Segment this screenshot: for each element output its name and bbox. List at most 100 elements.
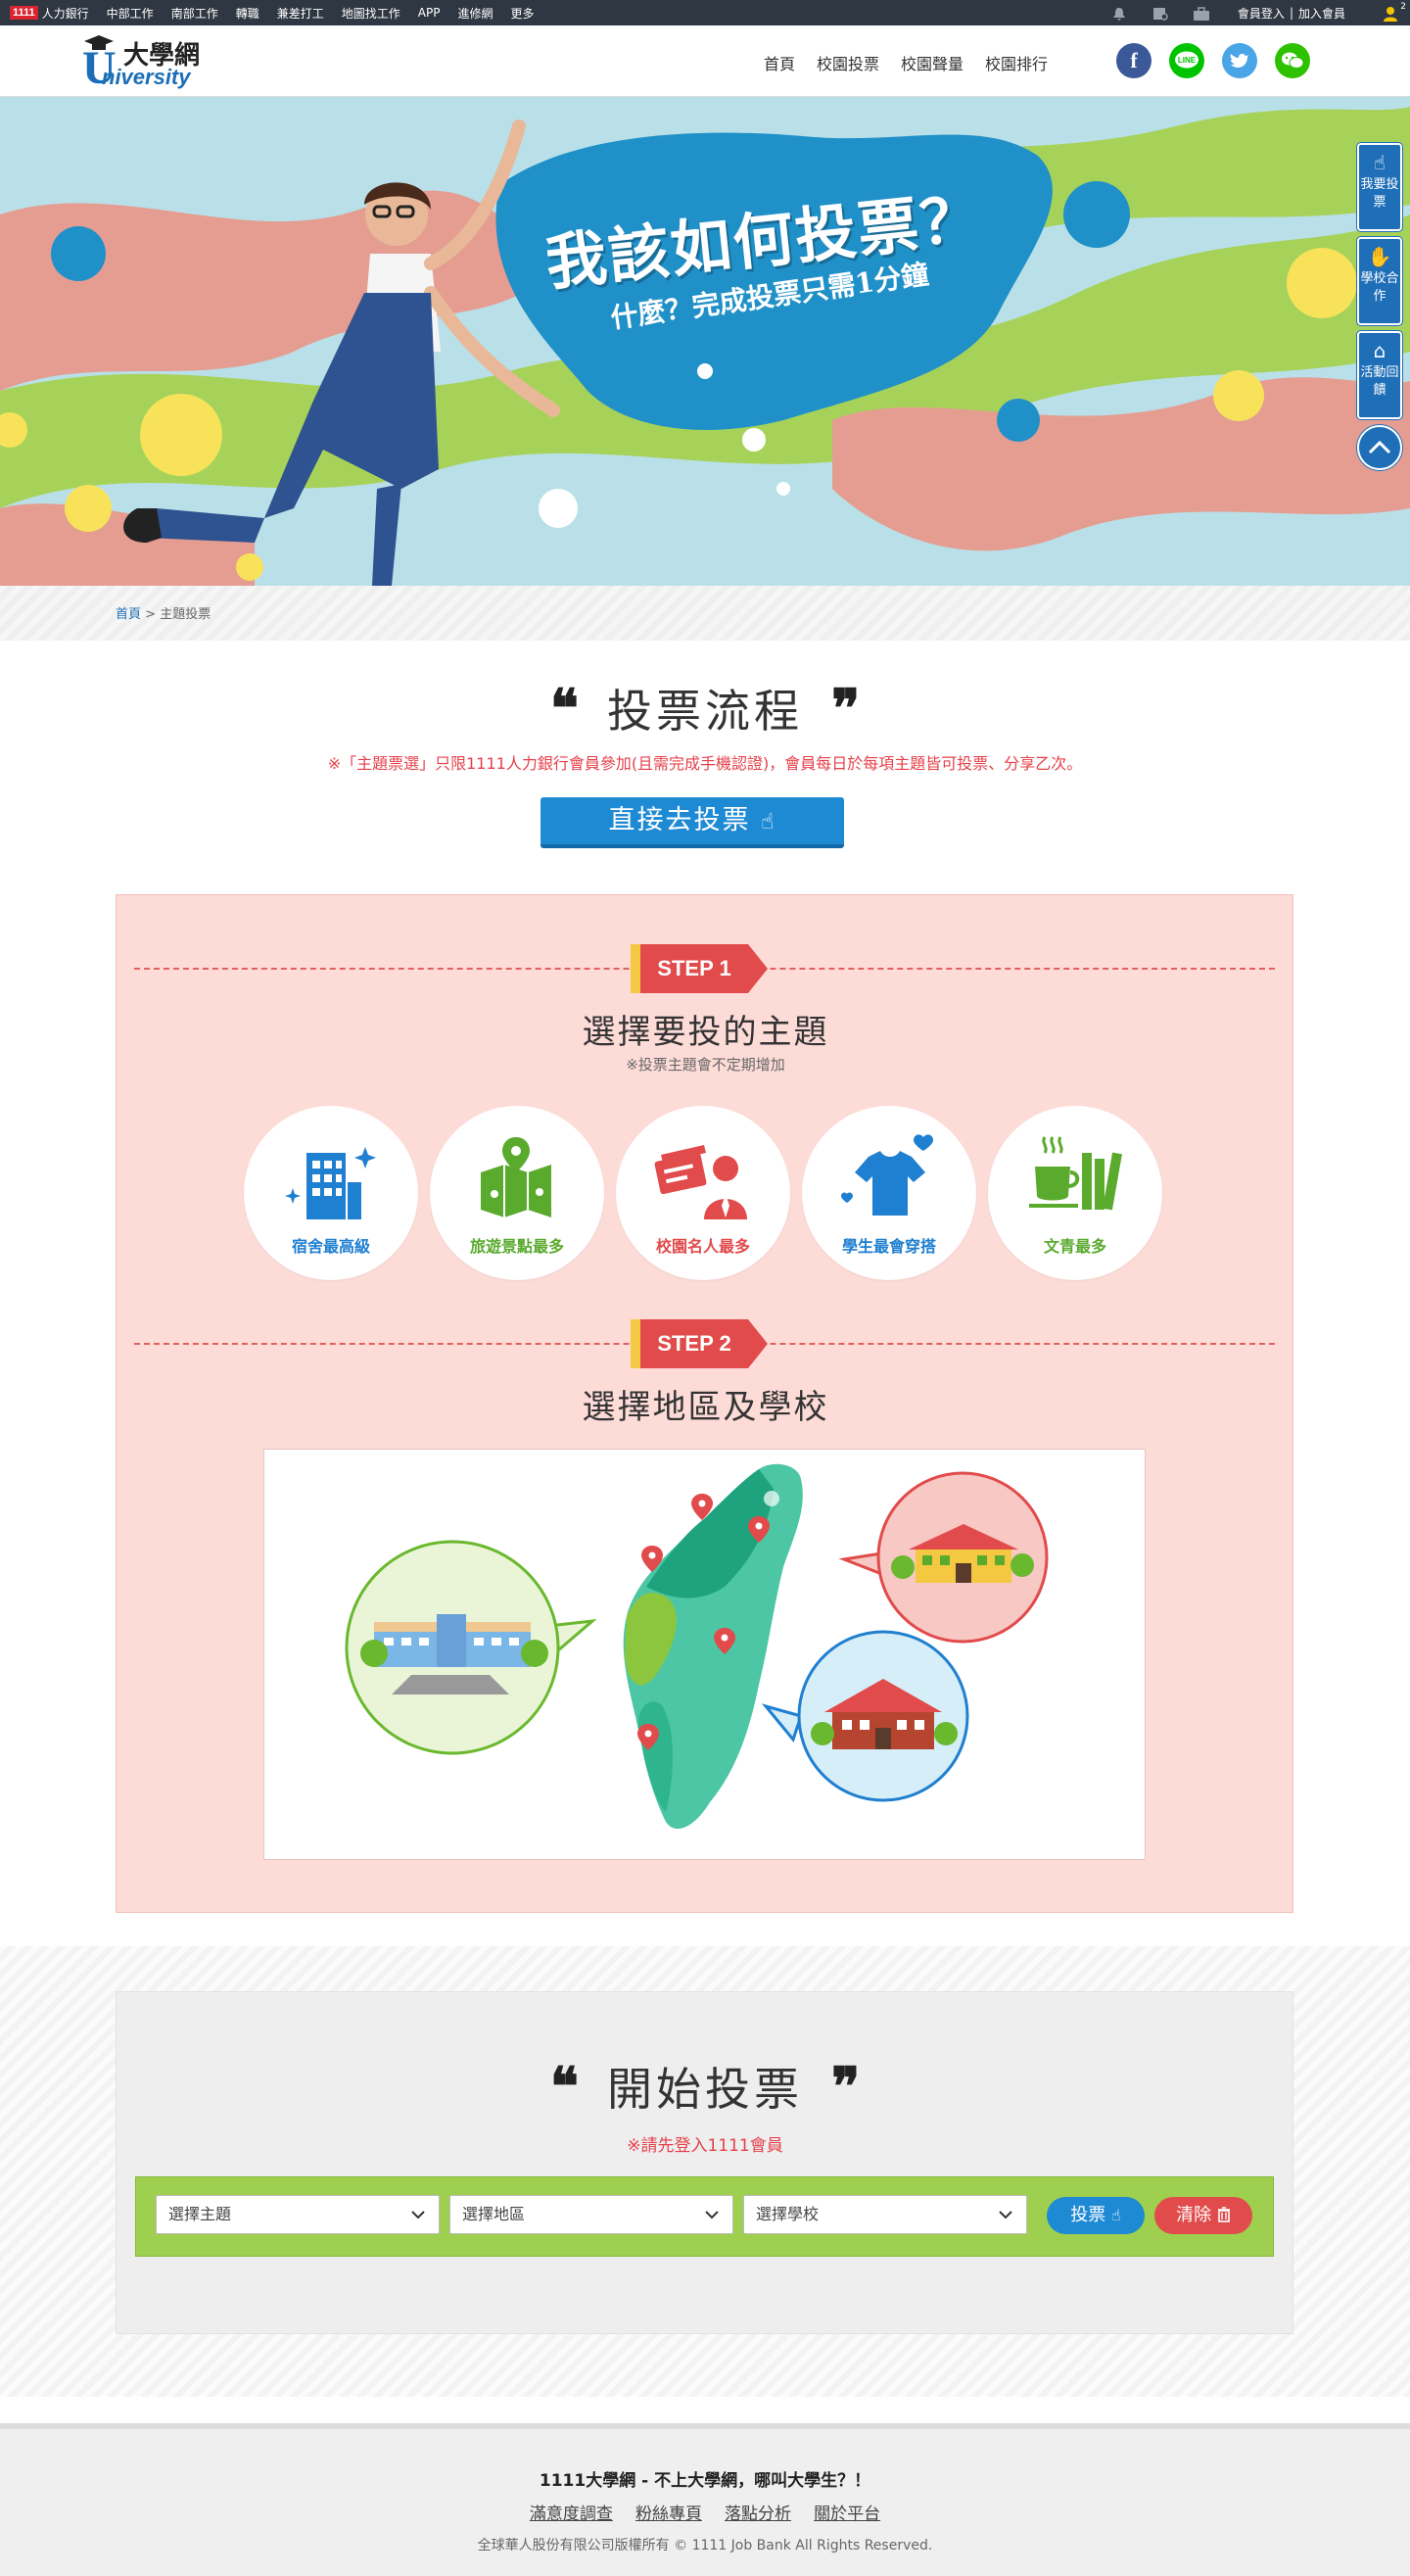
nav-campus-vote[interactable]: 校園投票 xyxy=(817,51,879,74)
breadcrumb-current: 主題投票 xyxy=(160,607,212,622)
tshirt-icon xyxy=(841,1134,933,1216)
hand-pointer-icon: ☝ xyxy=(1110,2206,1121,2224)
school-select[interactable]: 選擇學校 xyxy=(743,2195,1027,2234)
user-icon[interactable]: 2 xyxy=(1383,2,1406,22)
vote-form: 選擇主題 選擇地區 選擇學校 投票 ☝ 清除 xyxy=(135,2176,1274,2257)
toplink-south-jobs[interactable]: 南部工作 xyxy=(171,5,218,22)
topic-hipster[interactable]: 文青最多 xyxy=(988,1106,1162,1280)
breadcrumb-home[interactable]: 首頁 xyxy=(116,607,141,622)
resume-icon[interactable] xyxy=(1152,6,1169,21)
top-bar: 1111 人力銀行 中部工作 南部工作 轉職 兼差打工 地圖找工作 APP 進修… xyxy=(0,0,1410,25)
main-nav: 首頁 校園投票 校園聲量 校園排行 xyxy=(764,51,1069,74)
vote-heading: ❝ 開始投票 ❞ xyxy=(0,2054,1410,2119)
topic-fashion-label: 學生最會穿搭 xyxy=(841,1237,936,1256)
bell-icon[interactable] xyxy=(1110,6,1128,21)
toplink-career-change[interactable]: 轉職 xyxy=(236,5,259,22)
svg-text:LINE: LINE xyxy=(1178,56,1197,65)
logo-english: niversity xyxy=(102,65,191,89)
celebrity-icon xyxy=(654,1145,747,1219)
float-cooperate-button[interactable]: ✋ 學校合作 xyxy=(1357,237,1402,325)
map-icon xyxy=(481,1137,551,1217)
topic-select[interactable]: 選擇主題 xyxy=(156,2195,440,2234)
login-link[interactable]: 會員登入 xyxy=(1238,5,1285,22)
nav-home[interactable]: 首頁 xyxy=(764,51,795,74)
vote-panel xyxy=(116,1991,1293,2334)
topic-dorm[interactable]: 宿舍最高級 xyxy=(244,1106,418,1280)
twitter-icon[interactable] xyxy=(1222,43,1257,78)
footer-copyright: 全球華人股份有限公司版權所有 © 1111 Job Bank All Right… xyxy=(477,2538,933,2553)
building-icon xyxy=(285,1147,376,1219)
chevron-down-icon xyxy=(999,2211,1012,2219)
toplink-part-time[interactable]: 兼差打工 xyxy=(277,5,324,22)
facebook-icon[interactable]: f xyxy=(1116,43,1152,78)
footer-link-analysis[interactable]: 落點分析 xyxy=(725,2504,791,2524)
step1-tag: STEP 1 xyxy=(631,944,768,993)
hero-banner: 我該如何投票？ 什麼？完成投票只需1分鐘 xyxy=(0,97,1410,586)
back-to-top-button[interactable] xyxy=(1357,425,1402,470)
float-cooperate-label: 學校合作 xyxy=(1360,271,1399,304)
close-quote-icon: ❞ xyxy=(831,2055,861,2118)
hand-pointer-icon: ☝ xyxy=(761,810,776,835)
open-quote-icon: ❝ xyxy=(549,2055,579,2118)
footer-link-survey[interactable]: 滿意度調查 xyxy=(530,2504,613,2524)
area-select[interactable]: 選擇地區 xyxy=(449,2195,733,2234)
toplink-map-jobs[interactable]: 地圖找工作 xyxy=(342,5,400,22)
open-quote-icon: ❝ xyxy=(549,677,579,739)
toplink-education[interactable]: 進修網 xyxy=(457,5,493,22)
step2-tag: STEP 2 xyxy=(631,1319,768,1368)
topic-hipster-label: 文青最多 xyxy=(1043,1237,1106,1256)
taiwan-map-illustration xyxy=(345,1463,1049,1830)
floating-menu: ☝ 我要投票 ✋ 學校合作 ⌂ 活動回饋 xyxy=(1357,143,1402,470)
toplink-app[interactable]: APP xyxy=(418,6,441,20)
trash-icon xyxy=(1217,2207,1230,2222)
paint-splash-illustration xyxy=(0,97,1410,586)
logo-1111[interactable]: 1111 xyxy=(10,6,38,20)
float-vote-label: 我要投票 xyxy=(1360,177,1399,210)
footer-links: 滿意度調查 粉絲專頁 落點分析 關於平台 xyxy=(0,2500,1410,2524)
vote-button[interactable]: 投票 ☝ xyxy=(1047,2197,1145,2234)
toplink-central-jobs[interactable]: 中部工作 xyxy=(107,5,154,22)
social-links: f LINE xyxy=(1116,43,1328,78)
breadcrumb-strip: 首頁 > 主題投票 xyxy=(0,586,1410,641)
steps-panel: STEP 1 選擇要投的主題 ※投票主題會不定期增加 宿舍最高級 旅遊景點最多 … xyxy=(116,894,1293,1913)
process-notice: ※「主題票選」只限1111人力銀行會員參加(且需完成手機認證)，會員每日於每項主… xyxy=(327,754,1083,773)
clear-button[interactable]: 清除 xyxy=(1154,2197,1252,2234)
process-title: 投票流程 xyxy=(607,685,803,738)
line-icon[interactable]: LINE xyxy=(1169,43,1204,78)
footer-slogan: 1111大學網 - 不上大學網，哪叫大學生？！ xyxy=(539,2471,871,2491)
step1-title: 選擇要投的主題 xyxy=(582,1013,829,1052)
vote-title: 開始投票 xyxy=(607,2063,803,2116)
topic-celebrity[interactable]: 校園名人最多 xyxy=(616,1106,790,1280)
region-school-illustration xyxy=(263,1449,1146,1860)
toplink-job-bank[interactable]: 人力銀行 xyxy=(42,5,89,22)
close-quote-icon: ❞ xyxy=(831,677,861,739)
topic-travel[interactable]: 旅遊景點最多 xyxy=(430,1106,604,1280)
briefcase-icon[interactable] xyxy=(1193,6,1210,21)
go-vote-button[interactable]: 直接去投票 ☝ xyxy=(540,797,844,848)
breadcrumb-separator: > xyxy=(145,607,157,622)
coffee-books-icon xyxy=(1029,1136,1122,1211)
site-logo[interactable]: U 大學網 niversity xyxy=(82,33,219,92)
chevron-down-icon xyxy=(705,2211,719,2219)
nav-campus-voice[interactable]: 校園聲量 xyxy=(901,51,964,74)
user-badge: 2 xyxy=(1400,2,1406,12)
wechat-icon[interactable] xyxy=(1275,43,1310,78)
footer-link-about[interactable]: 關於平台 xyxy=(814,2504,880,2524)
nav-campus-ranking[interactable]: 校園排行 xyxy=(985,51,1048,74)
topic-fashion[interactable]: 學生最會穿搭 xyxy=(802,1106,976,1280)
chevron-down-icon xyxy=(411,2211,425,2219)
chevron-up-icon xyxy=(1368,441,1391,454)
process-heading: ❝ 投票流程 ❞ xyxy=(0,676,1410,740)
site-header: U 大學網 niversity 首頁 校園投票 校園聲量 校園排行 f LINE xyxy=(0,25,1410,97)
toplink-more[interactable]: 更多 xyxy=(510,5,534,22)
gift-icon: ⌂ xyxy=(1373,339,1386,362)
vote-login-notice: ※請先登入1111會員 xyxy=(627,2136,783,2156)
topic-dorm-label: 宿舍最高級 xyxy=(291,1237,370,1256)
footer-link-fanpage[interactable]: 粉絲專頁 xyxy=(635,2504,702,2524)
step2-title: 選擇地區及學校 xyxy=(582,1388,829,1427)
site-footer: 1111大學網 - 不上大學網，哪叫大學生？！ 滿意度調查 粉絲專頁 落點分析 … xyxy=(0,2423,1410,2576)
float-vote-button[interactable]: ☝ 我要投票 xyxy=(1357,143,1402,231)
float-feedback-button[interactable]: ⌂ 活動回饋 xyxy=(1357,331,1402,419)
topbar-separator: | xyxy=(1289,6,1293,20)
join-link[interactable]: 加入會員 xyxy=(1298,5,1345,22)
